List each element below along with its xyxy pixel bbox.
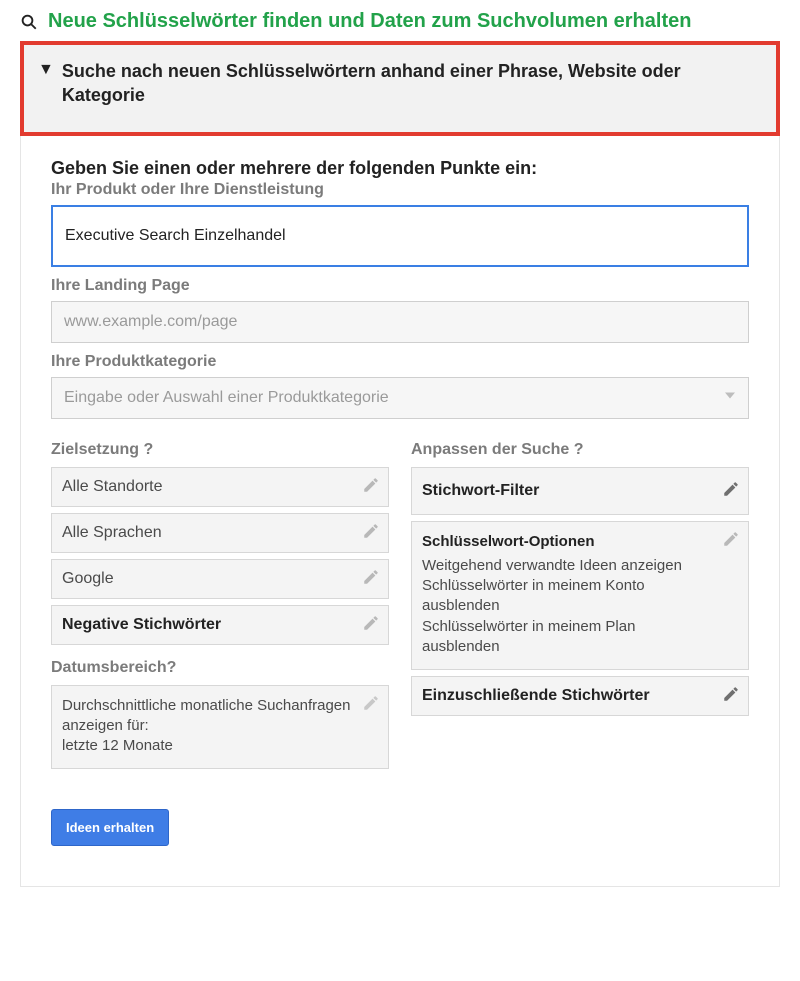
pencil-icon bbox=[722, 480, 740, 498]
search-panel: Geben Sie einen oder mehrere der folgend… bbox=[20, 136, 780, 888]
keyword-options-line2: Schlüsselwörter in meinem Konto ausblend… bbox=[422, 576, 714, 617]
get-ideas-button[interactable]: Ideen erhalten bbox=[51, 809, 169, 846]
targeting-location[interactable]: Alle Standorte bbox=[51, 467, 389, 507]
search-icon bbox=[20, 13, 38, 31]
pencil-icon bbox=[362, 614, 380, 632]
keyword-filter[interactable]: Stichwort-Filter bbox=[411, 467, 749, 515]
date-range-title: Datumsbereich? bbox=[51, 659, 389, 677]
landing-page-label: Ihre Landing Page bbox=[51, 277, 749, 295]
dropdown-icon bbox=[722, 387, 738, 408]
targeting-network[interactable]: Google bbox=[51, 559, 389, 599]
targeting-negative-keywords[interactable]: Negative Stichwörter bbox=[51, 605, 389, 645]
targeting-network-label: Google bbox=[62, 570, 114, 587]
product-service-input[interactable] bbox=[51, 205, 749, 267]
landing-page-placeholder: www.example.com/page bbox=[64, 313, 237, 331]
customize-title: Anpassen der Suche ? bbox=[411, 441, 749, 459]
pencil-icon bbox=[722, 530, 740, 548]
targeting-language[interactable]: Alle Sprachen bbox=[51, 513, 389, 553]
negative-keywords-label: Negative Stichwörter bbox=[62, 616, 221, 633]
keyword-filter-label: Stichwort-Filter bbox=[422, 482, 539, 499]
accordion-title-text: Suche nach neuen Schlüsselwörtern anhand… bbox=[62, 59, 762, 108]
pencil-icon bbox=[722, 685, 740, 703]
triangle-down-icon: ▼ bbox=[38, 59, 54, 81]
date-range-block[interactable]: Durchschnittliche monatliche Suchanfrage… bbox=[51, 685, 389, 770]
customize-column: Anpassen der Suche ? Stichwort-Filter Sc… bbox=[411, 441, 749, 770]
category-placeholder: Eingabe oder Auswahl einer Produktkatego… bbox=[64, 389, 389, 407]
product-category-select[interactable]: Eingabe oder Auswahl einer Produktkatego… bbox=[51, 377, 749, 419]
pencil-icon bbox=[362, 522, 380, 540]
keyword-options-line3: Schlüsselwörter in meinem Plan ausblende… bbox=[422, 617, 714, 658]
landing-page-input[interactable]: www.example.com/page bbox=[51, 301, 749, 343]
date-range-line2: letzte 12 Monate bbox=[62, 736, 354, 756]
targeting-column: Zielsetzung ? Alle Standorte Alle Sprach… bbox=[51, 441, 389, 770]
date-range-line1: Durchschnittliche monatliche Suchanfrage… bbox=[62, 696, 354, 737]
include-keywords[interactable]: Einzuschließende Stichwörter bbox=[411, 676, 749, 716]
pencil-icon bbox=[362, 568, 380, 586]
include-keywords-label: Einzuschließende Stichwörter bbox=[422, 687, 650, 704]
form-prompt: Geben Sie einen oder mehrere der folgend… bbox=[51, 158, 749, 179]
product-label: Ihr Produkt oder Ihre Dienstleistung bbox=[51, 181, 749, 199]
targeting-language-label: Alle Sprachen bbox=[62, 524, 162, 541]
accordion-search-by-phrase[interactable]: ▼ Suche nach neuen Schlüsselwörtern anha… bbox=[20, 41, 780, 136]
page-title: Neue Schlüsselwörter finden und Daten zu… bbox=[48, 10, 691, 33]
keyword-options[interactable]: Schlüsselwort-Optionen Weitgehend verwan… bbox=[411, 521, 749, 671]
page-header: Neue Schlüsselwörter finden und Daten zu… bbox=[20, 10, 780, 33]
keyword-options-title: Schlüsselwort-Optionen bbox=[422, 532, 714, 552]
targeting-location-label: Alle Standorte bbox=[62, 478, 163, 495]
pencil-icon bbox=[362, 694, 380, 712]
product-category-label: Ihre Produktkategorie bbox=[51, 353, 749, 371]
pencil-icon bbox=[362, 476, 380, 494]
targeting-title: Zielsetzung ? bbox=[51, 441, 389, 459]
keyword-options-line1: Weitgehend verwandte Ideen anzeigen bbox=[422, 556, 714, 576]
